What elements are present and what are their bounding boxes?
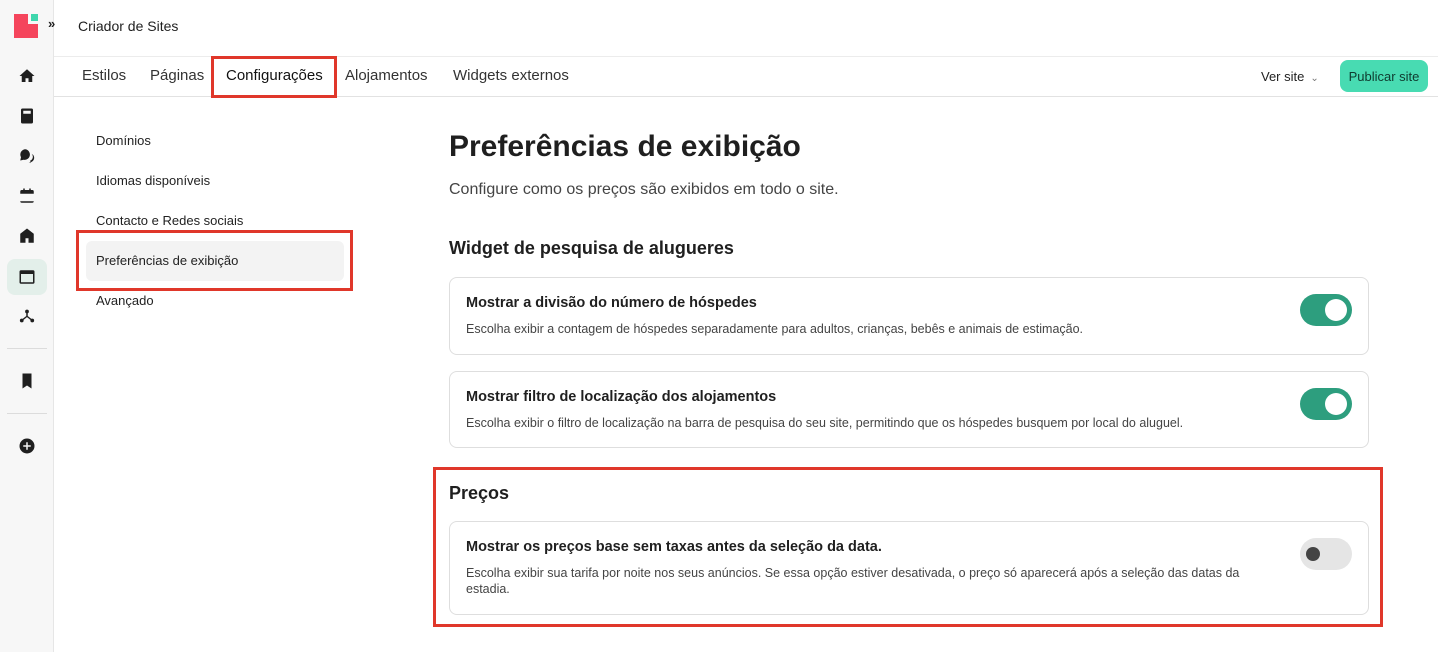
home-icon[interactable]	[7, 58, 47, 94]
chat-bubbles-icon[interactable]	[7, 138, 47, 174]
left-rail	[0, 0, 54, 652]
house-icon[interactable]	[7, 218, 47, 254]
settings-nav-highlight	[76, 230, 353, 291]
book-icon[interactable]	[7, 98, 47, 134]
tab-paginas[interactable]: Páginas	[150, 67, 204, 84]
add-circle-icon[interactable]	[7, 428, 47, 464]
page-subtitle: Configure como os preços são exibidos em…	[449, 181, 839, 198]
chevron-down-icon: ⌄	[1310, 73, 1319, 84]
option-title: Mostrar filtro de localização dos alojam…	[466, 389, 777, 405]
view-site-dropdown[interactable]: Ver site ⌄	[1261, 69, 1319, 84]
tab-estilos[interactable]: Estilos	[82, 67, 126, 84]
view-site-label: Ver site	[1261, 69, 1305, 84]
option-card-guest-breakdown: Mostrar a divisão do número de hóspedes …	[449, 277, 1369, 355]
settings-nav-contacto[interactable]: Contacto e Redes sociais	[96, 213, 243, 228]
settings-nav-avancado[interactable]: Avançado	[96, 293, 154, 308]
browser-window-icon[interactable]	[7, 259, 47, 295]
page-title: Preferências de exibição	[449, 130, 801, 163]
active-tab-highlight	[211, 56, 337, 98]
location-filter-toggle[interactable]	[1300, 388, 1352, 420]
network-icon[interactable]	[7, 298, 47, 334]
option-card-location-filter: Mostrar filtro de localização dos alojam…	[449, 371, 1369, 448]
section-title-widget: Widget de pesquisa de alugueres	[449, 238, 734, 258]
app-title: Criador de Sites	[78, 18, 179, 34]
expand-sidebar-icon[interactable]: »	[48, 16, 62, 34]
bookmark-icon[interactable]	[7, 363, 47, 399]
brand-logo[interactable]	[14, 14, 38, 38]
settings-nav-dominios[interactable]: Domínios	[96, 133, 151, 148]
option-title: Mostrar a divisão do número de hóspedes	[466, 295, 757, 311]
guest-breakdown-toggle[interactable]	[1300, 294, 1352, 326]
publish-site-button[interactable]: Publicar site	[1340, 60, 1428, 92]
calendar-icon[interactable]	[7, 178, 47, 214]
tab-widgets-externos[interactable]: Widgets externos	[453, 67, 569, 84]
option-description: Escolha exibir o filtro de localização n…	[466, 416, 1184, 430]
prices-section-highlight	[433, 467, 1383, 627]
option-description: Escolha exibir a contagem de hóspedes se…	[466, 322, 1084, 336]
settings-nav-idiomas[interactable]: Idiomas disponíveis	[96, 173, 210, 188]
tab-alojamentos[interactable]: Alojamentos	[345, 67, 428, 84]
